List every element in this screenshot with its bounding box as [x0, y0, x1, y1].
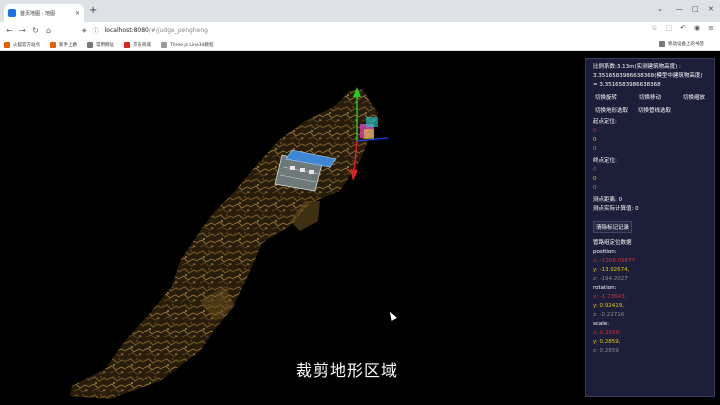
end-y-value: 0 [593, 176, 597, 182]
shield-icon: ◈ [82, 27, 87, 34]
firefox-icon [4, 41, 10, 48]
clear-marks-button[interactable]: 清除标记记录 [593, 221, 633, 233]
scale-y: y: 0.2859, [593, 339, 621, 345]
bookmarks-bar: 火狐官方站点 新手上路 常用网址 京东商城 Three.js Line3d教程 … [0, 39, 720, 51]
url-path: /#/judge_pengheng [148, 27, 208, 34]
bookmark-item[interactable]: 新手上路 [50, 41, 77, 48]
rotation-y: y: 0.92419, [593, 303, 624, 309]
terrain-mesh [70, 89, 378, 399]
back-icon[interactable]: ← [3, 26, 16, 35]
scale-line-2: 3.3516583986638368(模型中建筑物高度) [593, 73, 703, 79]
folder-icon [87, 41, 93, 48]
window-list-icon[interactable]: ⌄ [657, 5, 663, 13]
close-window-icon[interactable]: ✕ [708, 5, 714, 13]
bookmark-star-icon[interactable]: ☆ [651, 24, 657, 32]
pipe-data-title: 管路组定位数据 [593, 240, 632, 246]
rotation-z: z: -0.22716 [593, 312, 625, 318]
start-z-value: 0 [593, 146, 597, 152]
scale-line-3: = 3.3516583986638368 [593, 82, 661, 88]
bookmark-item[interactable]: 常用网址 [87, 41, 114, 48]
extensions-icon[interactable]: ⬚ [666, 24, 673, 32]
end-point-title: 终点定位: [593, 158, 617, 164]
position-y: y: -13.92674, [593, 267, 630, 273]
tab-favicon-icon [8, 9, 16, 17]
scale-x: x: 0.2859, [593, 330, 621, 336]
reload-icon[interactable]: ↻ [29, 26, 42, 35]
undo-icon[interactable]: ↶ [680, 24, 686, 32]
bookmark-item[interactable]: 火狐官方站点 [4, 41, 40, 48]
maximize-icon[interactable]: □ [692, 5, 699, 13]
bookmark-item[interactable]: 京东商城 [124, 41, 151, 48]
start-y-value: 0 [593, 137, 597, 143]
measure-actual: 测点实际计算值: 0 [593, 206, 639, 212]
mobile-bookmarks[interactable]: 移动设备上的书签 [659, 41, 704, 47]
forward-icon[interactable]: → [16, 26, 29, 35]
account-icon[interactable]: ◉ [694, 24, 700, 32]
scale-z: z: 0.2859 [593, 348, 619, 354]
toggle-terrain-select-button[interactable]: 切换地形选取 [593, 105, 630, 115]
browser-toolbar: ← → ↻ ⌂ ◈ ⓘ localhost:8080 /#/judge_peng… [0, 22, 720, 39]
end-x-value: 0 [593, 167, 597, 173]
page-icon [161, 41, 167, 48]
url-host: localhost:8080 [104, 27, 149, 34]
position-x: x: -1309.09877 [593, 258, 636, 264]
browser-tab-bar: 首页地图 - 地图 ✕ + ⌄ — □ ✕ [0, 0, 720, 22]
scale-label: scale: [593, 321, 610, 327]
address-bar[interactable]: ◈ ⓘ localhost:8080 /#/judge_pengheng [82, 24, 622, 37]
menu-icon[interactable]: ≡ [708, 24, 714, 32]
minimize-icon[interactable]: — [676, 5, 683, 13]
tab-close-icon[interactable]: ✕ [75, 10, 80, 17]
bookmark-item[interactable]: Three.js Line3d教程 [161, 41, 213, 48]
scale-line-1: 比例系数:3.13m(实测建筑物高度) : [593, 64, 681, 70]
position-z: z: -194.2027 [593, 276, 628, 282]
jd-icon [124, 41, 130, 48]
start-point-title: 起点定位: [593, 119, 617, 125]
start-x-value: 0 [593, 128, 597, 134]
new-tab-icon[interactable]: + [89, 5, 97, 17]
toggle-pipe-select-button[interactable]: 切换管线选取 [636, 105, 673, 115]
position-label: position: [593, 249, 617, 255]
browser-tab[interactable]: 首页地图 - 地图 ✕ [4, 4, 84, 22]
toolbar-right: ☆ ⬚ ↶ ◉ ≡ [651, 24, 714, 32]
toggle-move-button[interactable]: 切换移动 [637, 92, 663, 102]
end-z-value: 0 [593, 185, 597, 191]
control-panel: 比例系数:3.13m(实测建筑物高度) : 3.3516583986638368… [585, 58, 715, 397]
measure-distance: 测点距离: 0 [593, 197, 623, 203]
tab-title: 首页地图 - 地图 [20, 10, 55, 17]
rotation-label: rotation: [593, 285, 617, 291]
rotation-x: x: -1.73643, [593, 294, 627, 300]
home-icon[interactable]: ⌂ [42, 26, 55, 35]
firefox-icon [50, 41, 56, 48]
caption-text: 裁剪地形区域 [296, 361, 399, 380]
toggle-rotate-button[interactable]: 切换旋转 [593, 92, 619, 102]
page-info-icon[interactable]: ⓘ [93, 26, 99, 35]
toggle-scale-button[interactable]: 切换缩放 [681, 92, 707, 102]
folder-icon [659, 41, 665, 47]
